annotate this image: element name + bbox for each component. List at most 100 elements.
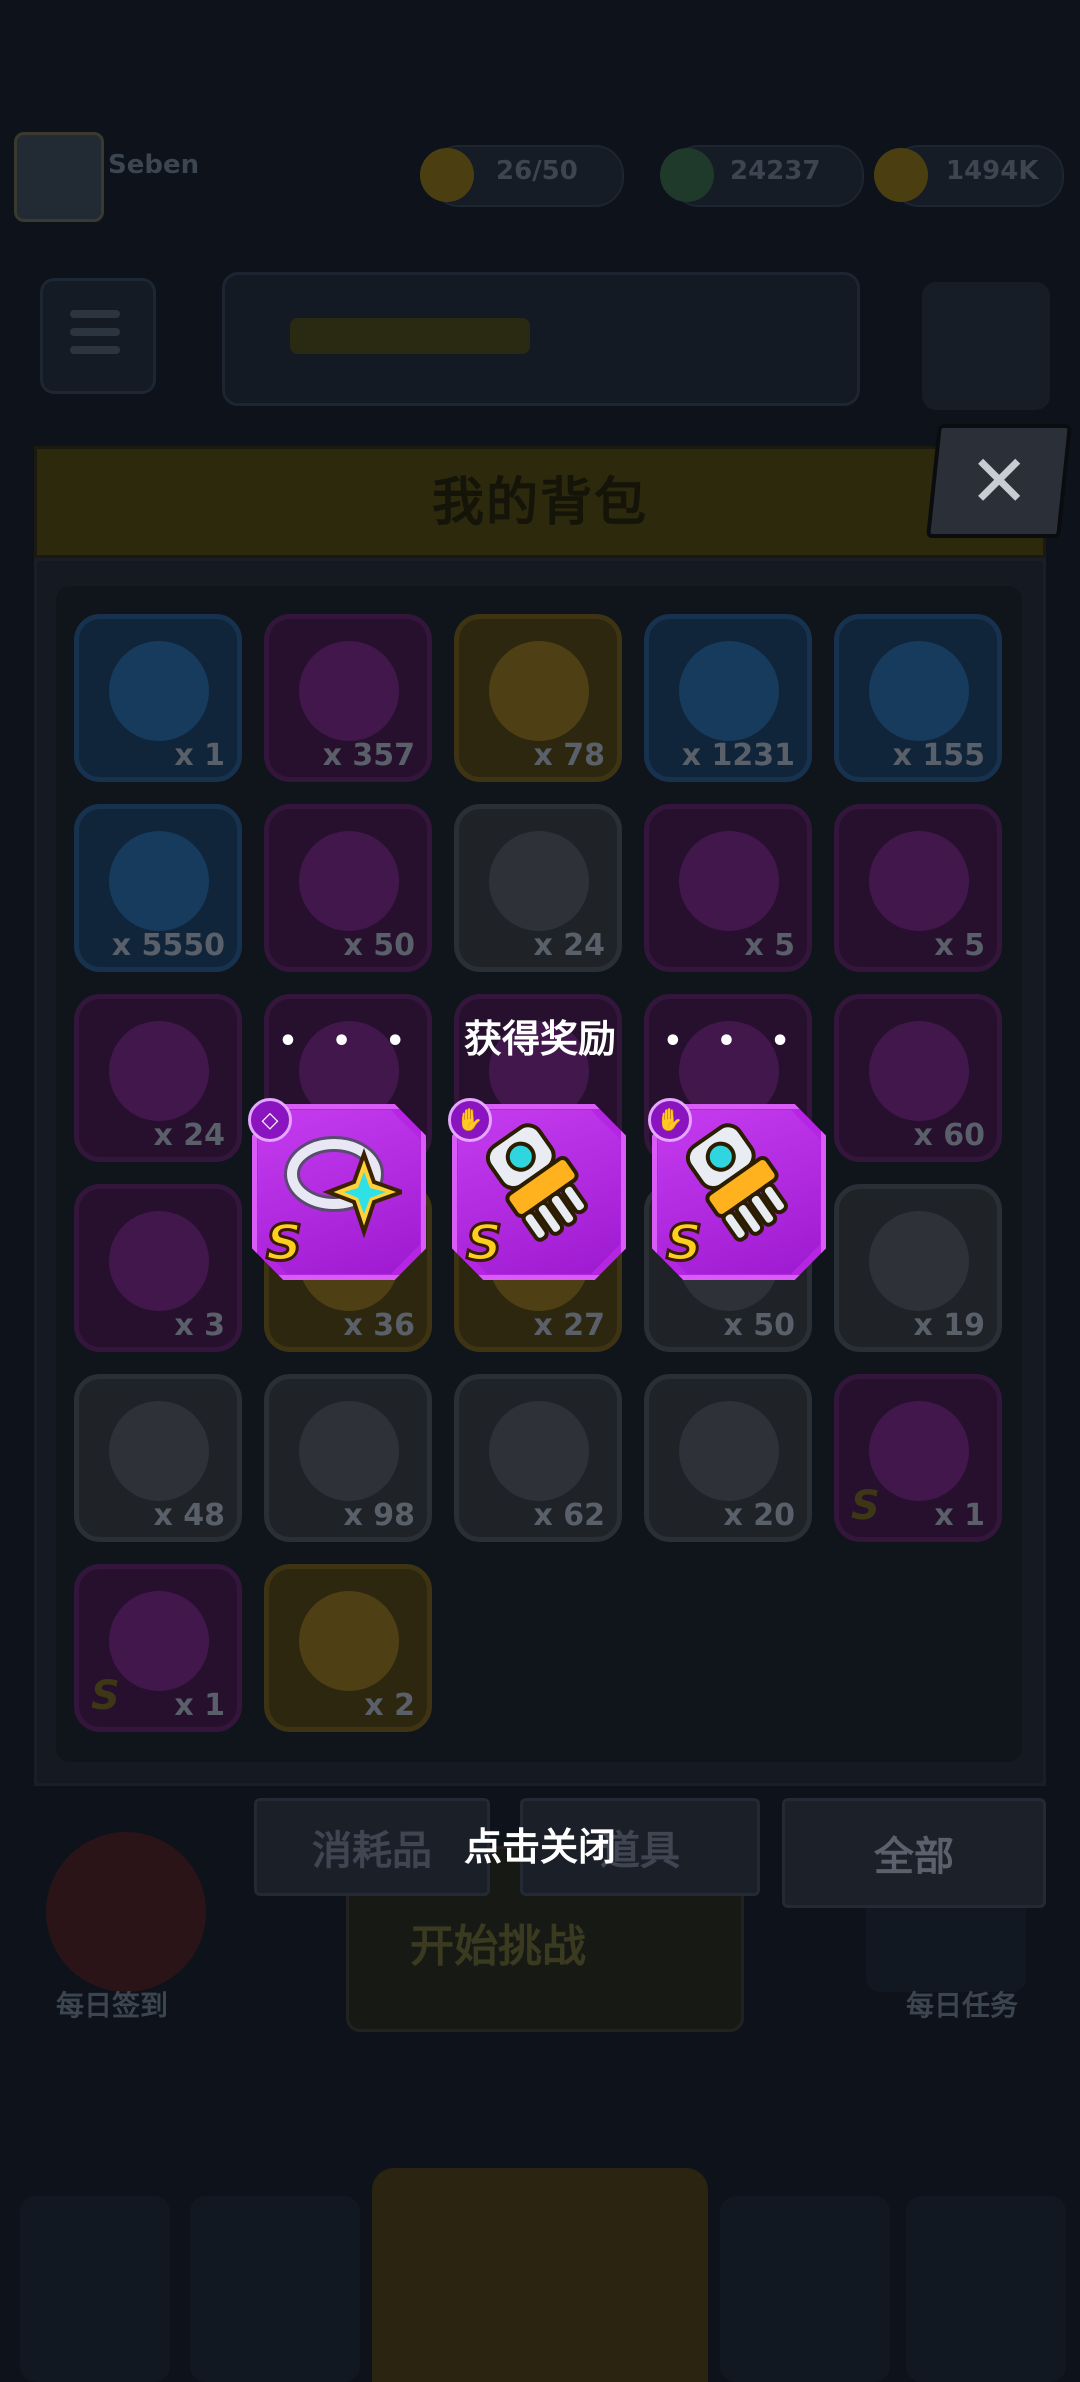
daily-task-label: 每日任务 bbox=[906, 1989, 1019, 2022]
bag-item[interactable]: x 3 bbox=[74, 1184, 242, 1352]
reward-grade: S bbox=[664, 1214, 703, 1272]
nav-pets[interactable] bbox=[190, 2196, 360, 2382]
glove-slot-icon: ✋ bbox=[648, 1098, 692, 1142]
item-count: x 24 bbox=[153, 1118, 225, 1153]
belt-scroll-icon bbox=[299, 1401, 399, 1501]
item-count: x 1 bbox=[934, 1498, 985, 1533]
reward-title-dots-left: • • • bbox=[278, 1024, 417, 1059]
shirt-scroll-icon bbox=[869, 1211, 969, 1311]
reward-item-gauntlet[interactable]: ✋ S bbox=[448, 1098, 626, 1280]
bag-item[interactable]: x 5 bbox=[644, 804, 812, 972]
nav-settings[interactable] bbox=[906, 2196, 1066, 2382]
item-count: x 5 bbox=[934, 928, 985, 963]
item-grade: S bbox=[851, 1483, 880, 1529]
reward-title-dots-right: • • • bbox=[663, 1024, 802, 1059]
nav-battle[interactable] bbox=[372, 2168, 708, 2382]
item-count: x 48 bbox=[153, 1498, 225, 1533]
item-count: x 62 bbox=[533, 1498, 605, 1533]
menu-button[interactable] bbox=[40, 278, 156, 394]
item-count: x 20 bbox=[723, 1498, 795, 1533]
gem-icon bbox=[660, 148, 714, 202]
bag-item[interactable]: x 357 bbox=[264, 614, 432, 782]
bag-item[interactable]: x 62 bbox=[454, 1374, 622, 1542]
tap-to-close[interactable]: 点击关闭 bbox=[0, 1816, 1080, 1871]
heart-coin-icon bbox=[299, 641, 399, 741]
bag-title: 我的背包 bbox=[431, 473, 648, 533]
item-count: x 19 bbox=[913, 1308, 985, 1343]
menu-icon bbox=[70, 310, 120, 318]
item-grade: S bbox=[91, 1673, 120, 1719]
rank-badge[interactable] bbox=[922, 282, 1050, 410]
gold-icon bbox=[874, 148, 928, 202]
shield-chest-icon bbox=[299, 1591, 399, 1691]
item-count: x 2 bbox=[364, 1688, 415, 1723]
bag-item[interactable]: x 78 bbox=[454, 614, 622, 782]
bag-item[interactable]: x 48 bbox=[74, 1374, 242, 1542]
glove-scroll-icon bbox=[489, 1401, 589, 1501]
pet-food-icon bbox=[109, 831, 209, 931]
player-avatar[interactable] bbox=[14, 132, 104, 222]
player-name: Seben bbox=[108, 150, 200, 180]
reward-item-gauntlet[interactable]: ✋ S bbox=[648, 1098, 826, 1280]
item-count: x 357 bbox=[322, 738, 415, 773]
item-count: x 5 bbox=[744, 928, 795, 963]
item-count: x 24 bbox=[533, 928, 605, 963]
bag-item[interactable]: x 20 bbox=[644, 1374, 812, 1542]
cube-icon bbox=[489, 831, 589, 931]
item-count: x 155 bbox=[892, 738, 985, 773]
key-icon bbox=[109, 641, 209, 741]
gems-value: 24237 bbox=[730, 156, 821, 186]
reward-title: 获得奖励 bbox=[463, 1017, 616, 1061]
item-count: x 98 bbox=[343, 1498, 415, 1533]
bag-item[interactable]: x 24 bbox=[454, 804, 622, 972]
flame-icon bbox=[679, 641, 779, 741]
item-count: x 78 bbox=[533, 738, 605, 773]
book-scroll-icon bbox=[679, 1401, 779, 1501]
bag-item[interactable]: x 19 bbox=[834, 1184, 1002, 1352]
bag-item[interactable]: x 50 bbox=[264, 804, 432, 972]
ticket-icon bbox=[299, 831, 399, 931]
bag-item[interactable]: Sx 1 bbox=[74, 1564, 242, 1732]
ring-slot-icon: ◇ bbox=[248, 1098, 292, 1142]
bag-item[interactable]: x 5550 bbox=[74, 804, 242, 972]
energy-value: 26/50 bbox=[496, 156, 578, 186]
necklace-scroll-icon bbox=[109, 1401, 209, 1501]
bag-item[interactable]: x 2 bbox=[264, 1564, 432, 1732]
item-count: x 1231 bbox=[681, 738, 795, 773]
orb-icon bbox=[869, 831, 969, 931]
nav-shop[interactable] bbox=[20, 2196, 170, 2382]
daily-signin-label: 每日签到 bbox=[56, 1989, 169, 2022]
item-count: x 1 bbox=[174, 738, 225, 773]
s-box-icon bbox=[109, 1591, 209, 1691]
item-count: x 3 bbox=[174, 1308, 225, 1343]
bag-item[interactable]: x 98 bbox=[264, 1374, 432, 1542]
reward-grade: S bbox=[264, 1214, 303, 1272]
gold-value: 1494K bbox=[946, 156, 1039, 186]
item-count: x 1 bbox=[174, 1688, 225, 1723]
bag-item[interactable]: x 155 bbox=[834, 614, 1002, 782]
item-count: x 27 bbox=[533, 1308, 605, 1343]
bag-item[interactable]: x 5 bbox=[834, 804, 1002, 972]
item-count: x 50 bbox=[723, 1308, 795, 1343]
close-button[interactable]: ✕ bbox=[926, 424, 1072, 538]
glove-slot-icon: ✋ bbox=[448, 1098, 492, 1142]
bag-item[interactable]: x 1231 bbox=[644, 614, 812, 782]
gold-key-icon bbox=[489, 641, 589, 741]
energy-icon bbox=[420, 148, 474, 202]
puzzle-piece-icon bbox=[109, 1211, 209, 1311]
item-count: x 5550 bbox=[111, 928, 225, 963]
reward-grade: S bbox=[464, 1214, 503, 1272]
nav-equipment[interactable] bbox=[720, 2196, 890, 2382]
reward-item-ring[interactable]: ◇ S bbox=[248, 1098, 426, 1280]
item-count: x 50 bbox=[343, 928, 415, 963]
ring-part-icon bbox=[679, 831, 779, 931]
close-icon: ✕ bbox=[968, 439, 1030, 523]
bag-item[interactable]: Sx 1 bbox=[834, 1374, 1002, 1542]
reward-title-row: • • • 获得奖励 • • • bbox=[0, 1008, 1080, 1063]
bag-item[interactable]: x 1 bbox=[74, 614, 242, 782]
item-count: x 60 bbox=[913, 1118, 985, 1153]
start-challenge-label: 开始挑战 bbox=[410, 1921, 586, 1972]
gold-coin-icon bbox=[869, 641, 969, 741]
level-progress-bar bbox=[290, 318, 530, 354]
s-chest-icon bbox=[869, 1401, 969, 1501]
